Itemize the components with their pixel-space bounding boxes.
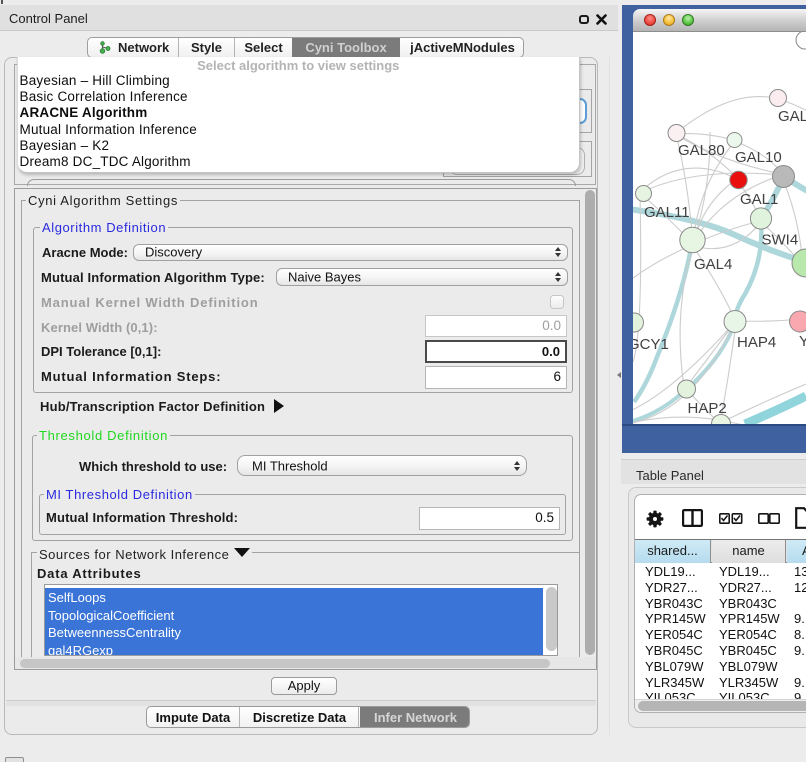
svg-text:GAL80: GAL80 [678,142,725,159]
svg-text:GAL2: GAL2 [778,108,806,125]
svg-text:GAL10: GAL10 [735,149,782,166]
svg-text:HAP4: HAP4 [737,334,776,351]
svg-text:GAL11: GAL11 [644,204,690,221]
svg-text:GAL1: GAL1 [740,191,778,208]
svg-text:GAL4: GAL4 [694,256,732,273]
svg-text:HAP2: HAP2 [688,400,727,417]
svg-text:Y: Y [799,333,806,350]
svg-text:GCY1: GCY1 [633,336,669,353]
svg-text:SWI4: SWI4 [762,232,799,249]
